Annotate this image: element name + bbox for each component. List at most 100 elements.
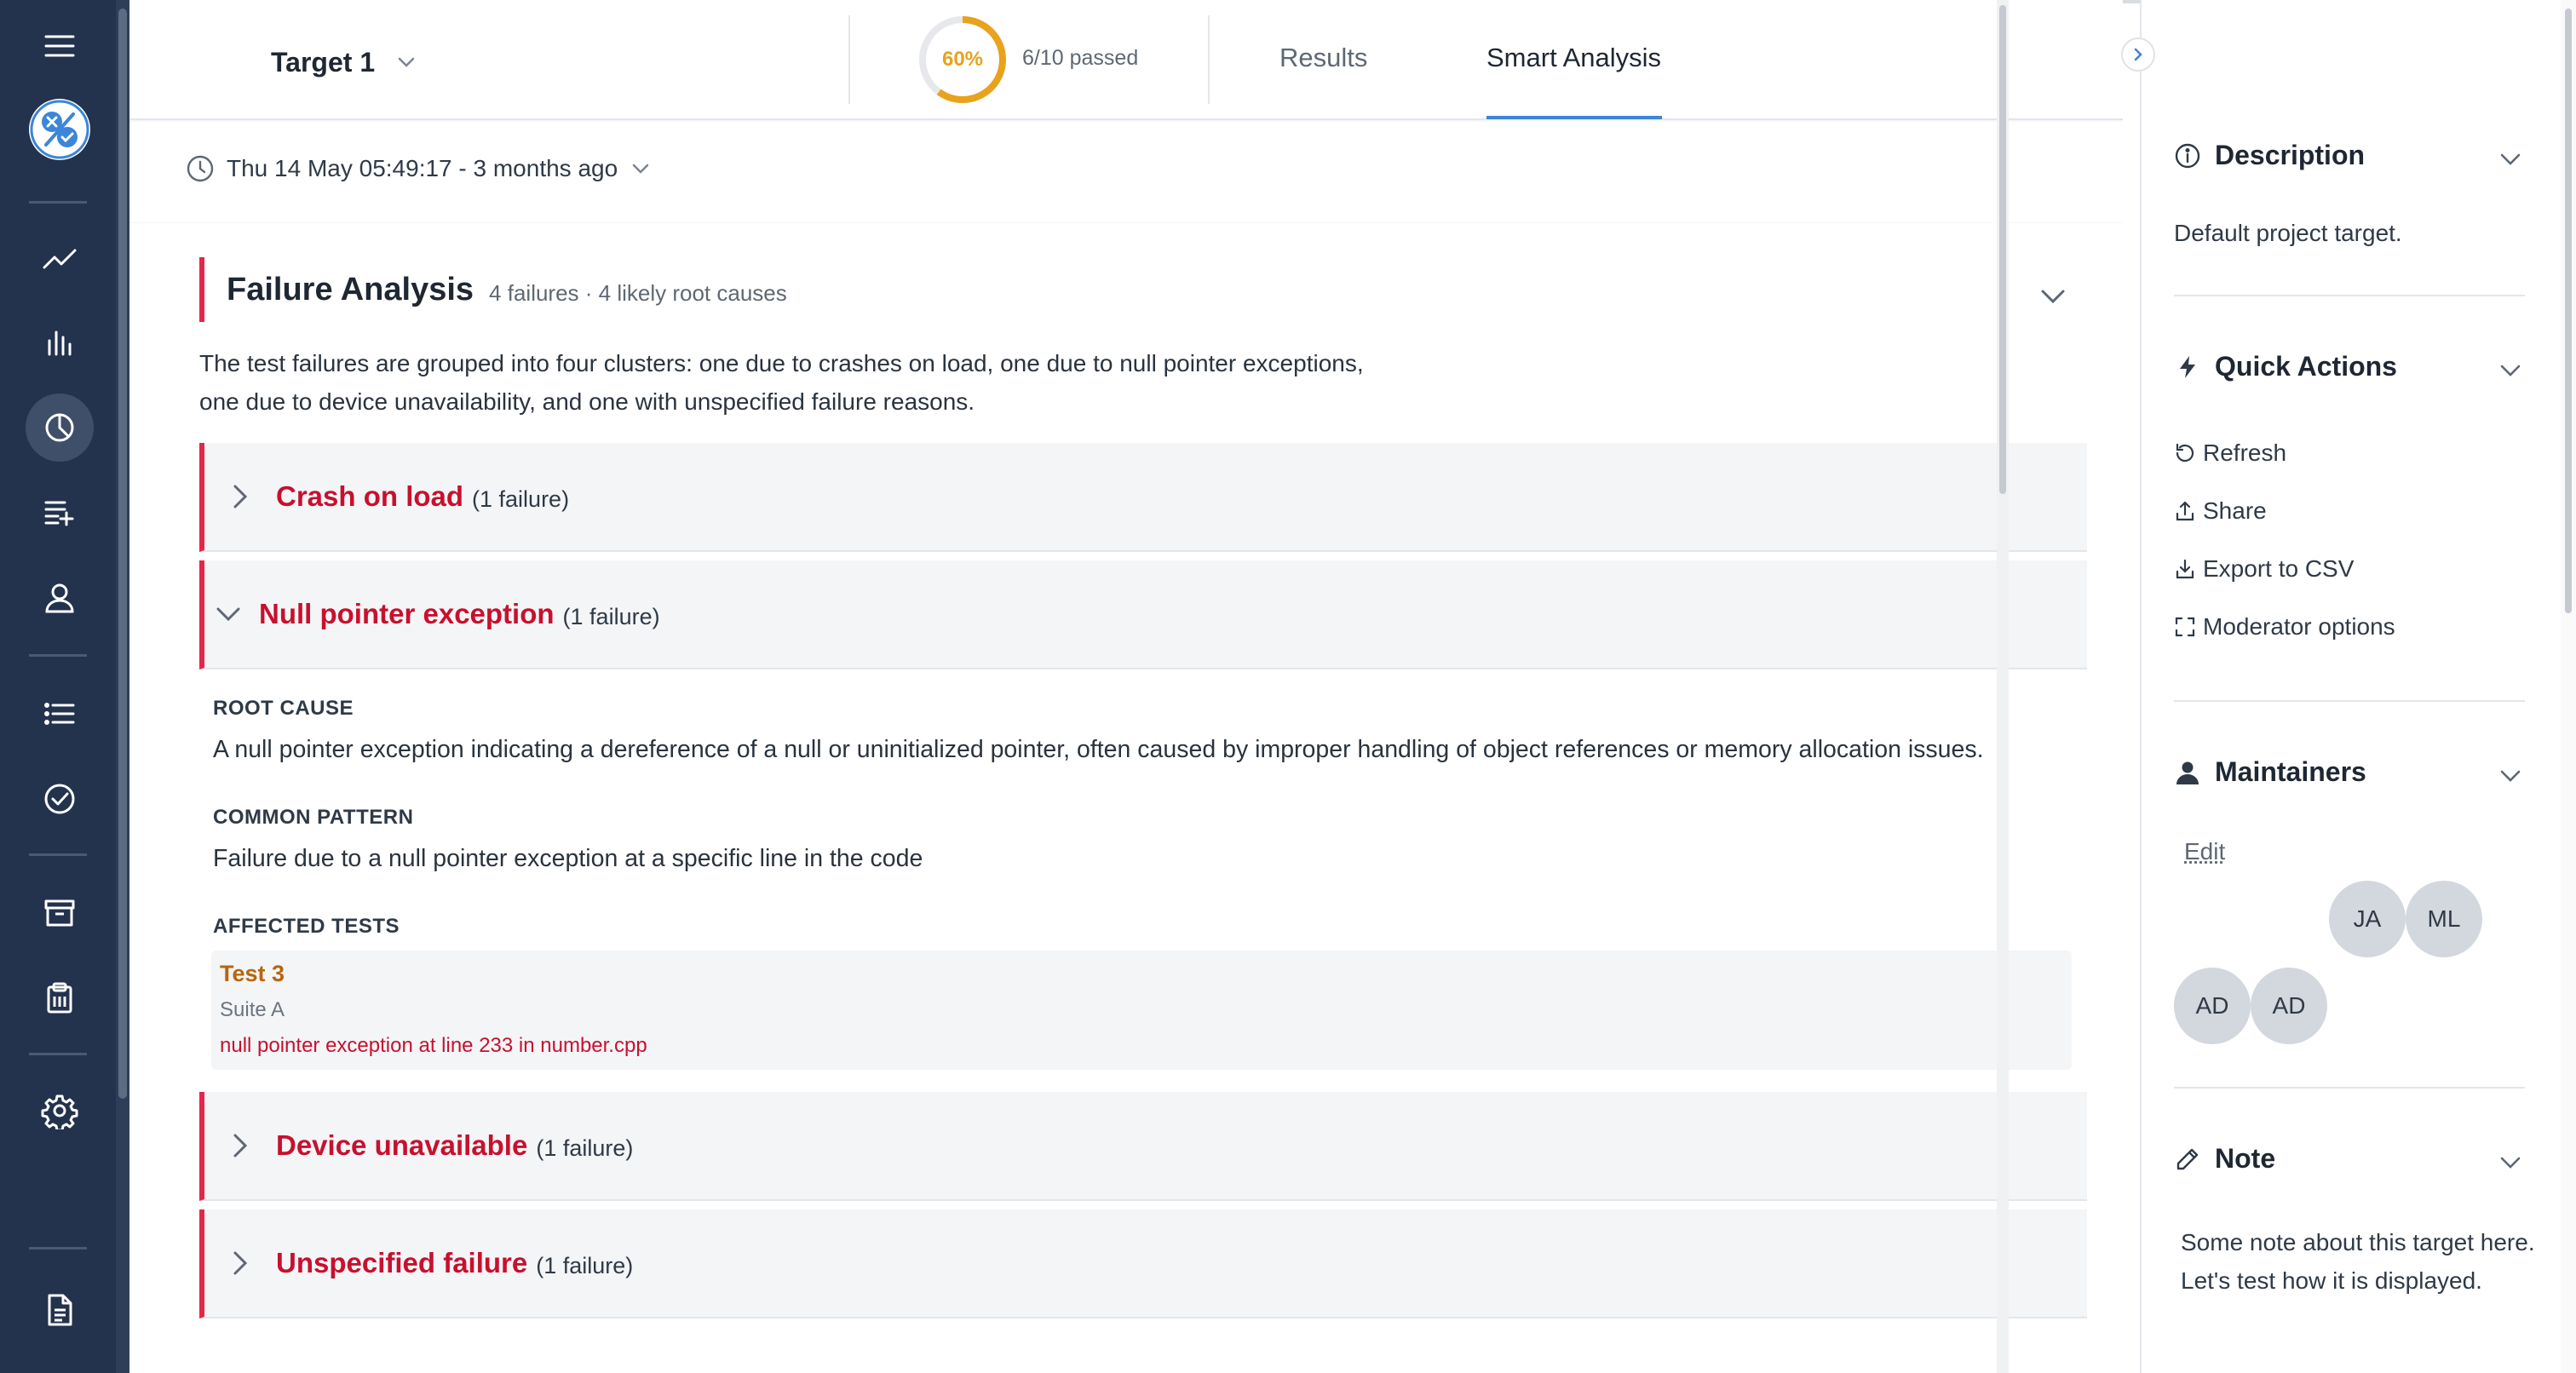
passed-count: 6/10 passed	[1022, 46, 1139, 70]
cluster-name: Null pointer exception	[259, 598, 555, 629]
chevron-right-icon	[233, 1134, 248, 1158]
avatar[interactable]: AD	[2174, 968, 2251, 1044]
export-csv-label: Export to CSV	[2203, 555, 2355, 582]
cluster-crash-on-load[interactable]: Crash on load (1 failure)	[199, 443, 2087, 552]
header-divider	[1208, 15, 1210, 104]
sidebar-divider	[29, 654, 87, 657]
avatar[interactable]: ML	[2406, 881, 2482, 957]
panel-divider	[2174, 295, 2525, 296]
affected-test-item[interactable]: Test 3 Suite A null pointer exception at…	[211, 951, 2072, 1070]
pie-chart-icon[interactable]	[26, 394, 94, 462]
cluster-count: (1 failure)	[562, 603, 660, 629]
quick-actions-header[interactable]: Quick Actions	[2174, 351, 2397, 382]
root-cause-text: A null pointer exception indicating a de…	[213, 736, 1984, 763]
bar-chart-icon[interactable]	[26, 308, 94, 376]
refresh-action[interactable]: Refresh	[2174, 439, 2286, 467]
person-icon	[2176, 761, 2199, 784]
test-error-message: null pointer exception at line 233 in nu…	[220, 1034, 647, 1057]
test-name[interactable]: Test 3	[220, 961, 285, 987]
affected-tests-label: AFFECTED TESTS	[213, 915, 400, 938]
chevron-down-icon	[632, 164, 649, 174]
trend-icon[interactable]	[26, 225, 94, 293]
main-scrollbar[interactable]	[1997, 0, 2009, 1373]
top-bar: Target 1 60% 6/10 passed Results Smart A…	[129, 0, 2123, 120]
document-icon[interactable]	[26, 1276, 94, 1344]
cluster-device-unavailable[interactable]: Device unavailable (1 failure)	[199, 1092, 2087, 1201]
export-csv-action[interactable]: Export to CSV	[2174, 555, 2354, 583]
sidebar-divider	[29, 201, 87, 204]
active-tab-indicator	[1486, 116, 1662, 119]
chevron-down-icon[interactable]	[2496, 145, 2525, 174]
note-title: Note	[2215, 1143, 2276, 1174]
tab-smart-analysis[interactable]: Smart Analysis	[1486, 43, 1661, 73]
cluster-null-pointer-exception[interactable]: Null pointer exception (1 failure)	[199, 560, 2087, 669]
common-pattern-label: COMMON PATTERN	[213, 806, 414, 829]
tab-results[interactable]: Results	[1279, 43, 1367, 73]
chevron-right-icon	[233, 1251, 248, 1275]
failure-analysis-card: Failure Analysis 4 failures · 4 likely r…	[129, 223, 2123, 1373]
expand-icon	[2175, 617, 2195, 637]
cluster-unspecified-failure[interactable]: Unspecified failure (1 failure)	[199, 1209, 2087, 1318]
refresh-icon	[2176, 443, 2194, 462]
note-header[interactable]: Note	[2174, 1143, 2275, 1175]
sidebar-scrollbar-thumb[interactable]	[118, 9, 127, 1099]
app-window: Target 1 60% 6/10 passed Results Smart A…	[0, 0, 2576, 1373]
test-suite: Suite A	[220, 998, 285, 1021]
cluster-name: Device unavailable	[276, 1129, 528, 1161]
avatar[interactable]: JA	[2329, 881, 2406, 957]
panel-scrollbar-thumb[interactable]	[2565, 9, 2572, 613]
chevron-right-icon	[2134, 48, 2142, 61]
avatar[interactable]: AD	[2251, 968, 2327, 1044]
chevron-down-icon[interactable]	[2496, 356, 2525, 385]
clock-icon	[187, 155, 214, 182]
moderator-options-label: Moderator options	[2203, 613, 2395, 640]
header-divider	[848, 15, 850, 104]
root-cause-label: ROOT CAUSE	[213, 697, 354, 720]
cluster-name: Unspecified failure	[276, 1247, 528, 1278]
user-icon[interactable]	[26, 564, 94, 632]
collapse-analysis-chevron-icon[interactable]	[2036, 279, 2070, 313]
share-icon	[2176, 501, 2194, 521]
target-selector[interactable]: Target 1	[271, 41, 417, 83]
moderator-options-action[interactable]: Moderator options	[2174, 613, 2395, 641]
maintainers-title: Maintainers	[2215, 756, 2366, 787]
edit-maintainers-link[interactable]: Edit	[2184, 838, 2225, 865]
lightning-icon	[2180, 355, 2195, 378]
list-icon[interactable]	[26, 680, 94, 748]
cluster-count: (1 failure)	[472, 485, 570, 512]
collapse-panel-button[interactable]	[2121, 37, 2155, 72]
archive-icon[interactable]	[26, 879, 94, 947]
clipboard-icon[interactable]	[26, 964, 94, 1032]
panel-divider	[2174, 1087, 2525, 1089]
sidebar-scrollbar[interactable]	[116, 0, 129, 1373]
run-date-selector[interactable]: Thu 14 May 05:49:17 - 3 months ago	[186, 154, 652, 183]
common-pattern-text: Failure due to a null pointer exception …	[213, 845, 923, 872]
cluster-name: Crash on load	[276, 480, 464, 512]
add-list-icon[interactable]	[26, 479, 94, 547]
description-header[interactable]: Description	[2174, 140, 2365, 171]
sidebar-divider	[29, 1053, 87, 1055]
cluster-count: (1 failure)	[536, 1135, 634, 1161]
chevron-down-icon[interactable]	[2496, 761, 2525, 790]
info-icon	[2175, 143, 2200, 168]
failure-analysis-title: Failure Analysis	[227, 271, 474, 307]
chevron-down-icon	[216, 607, 240, 622]
note-text: Some note about this target here. Let's …	[2181, 1229, 2535, 1294]
target-label: Target 1	[271, 46, 376, 78]
progress-percent: 60%	[941, 48, 984, 71]
main-content: Target 1 60% 6/10 passed Results Smart A…	[129, 0, 2123, 1373]
right-panel: Description Default project target. Quic…	[2140, 0, 2576, 1373]
description-title: Description	[2215, 140, 2366, 170]
gear-icon[interactable]	[26, 1077, 94, 1145]
check-circle-icon[interactable]	[26, 765, 94, 833]
logo-icon[interactable]	[29, 99, 90, 160]
panel-scrollbar[interactable]	[2561, 0, 2576, 1373]
main-scrollbar-thumb[interactable]	[1999, 5, 2006, 494]
date-bar: Thu 14 May 05:49:17 - 3 months ago	[129, 122, 2123, 222]
share-action[interactable]: Share	[2174, 497, 2267, 525]
maintainers-header[interactable]: Maintainers	[2174, 756, 2366, 788]
chevron-down-icon[interactable]	[2496, 1148, 2525, 1177]
menu-icon[interactable]	[26, 12, 94, 80]
quick-actions-title: Quick Actions	[2215, 351, 2397, 382]
sidebar-divider	[29, 1247, 87, 1249]
